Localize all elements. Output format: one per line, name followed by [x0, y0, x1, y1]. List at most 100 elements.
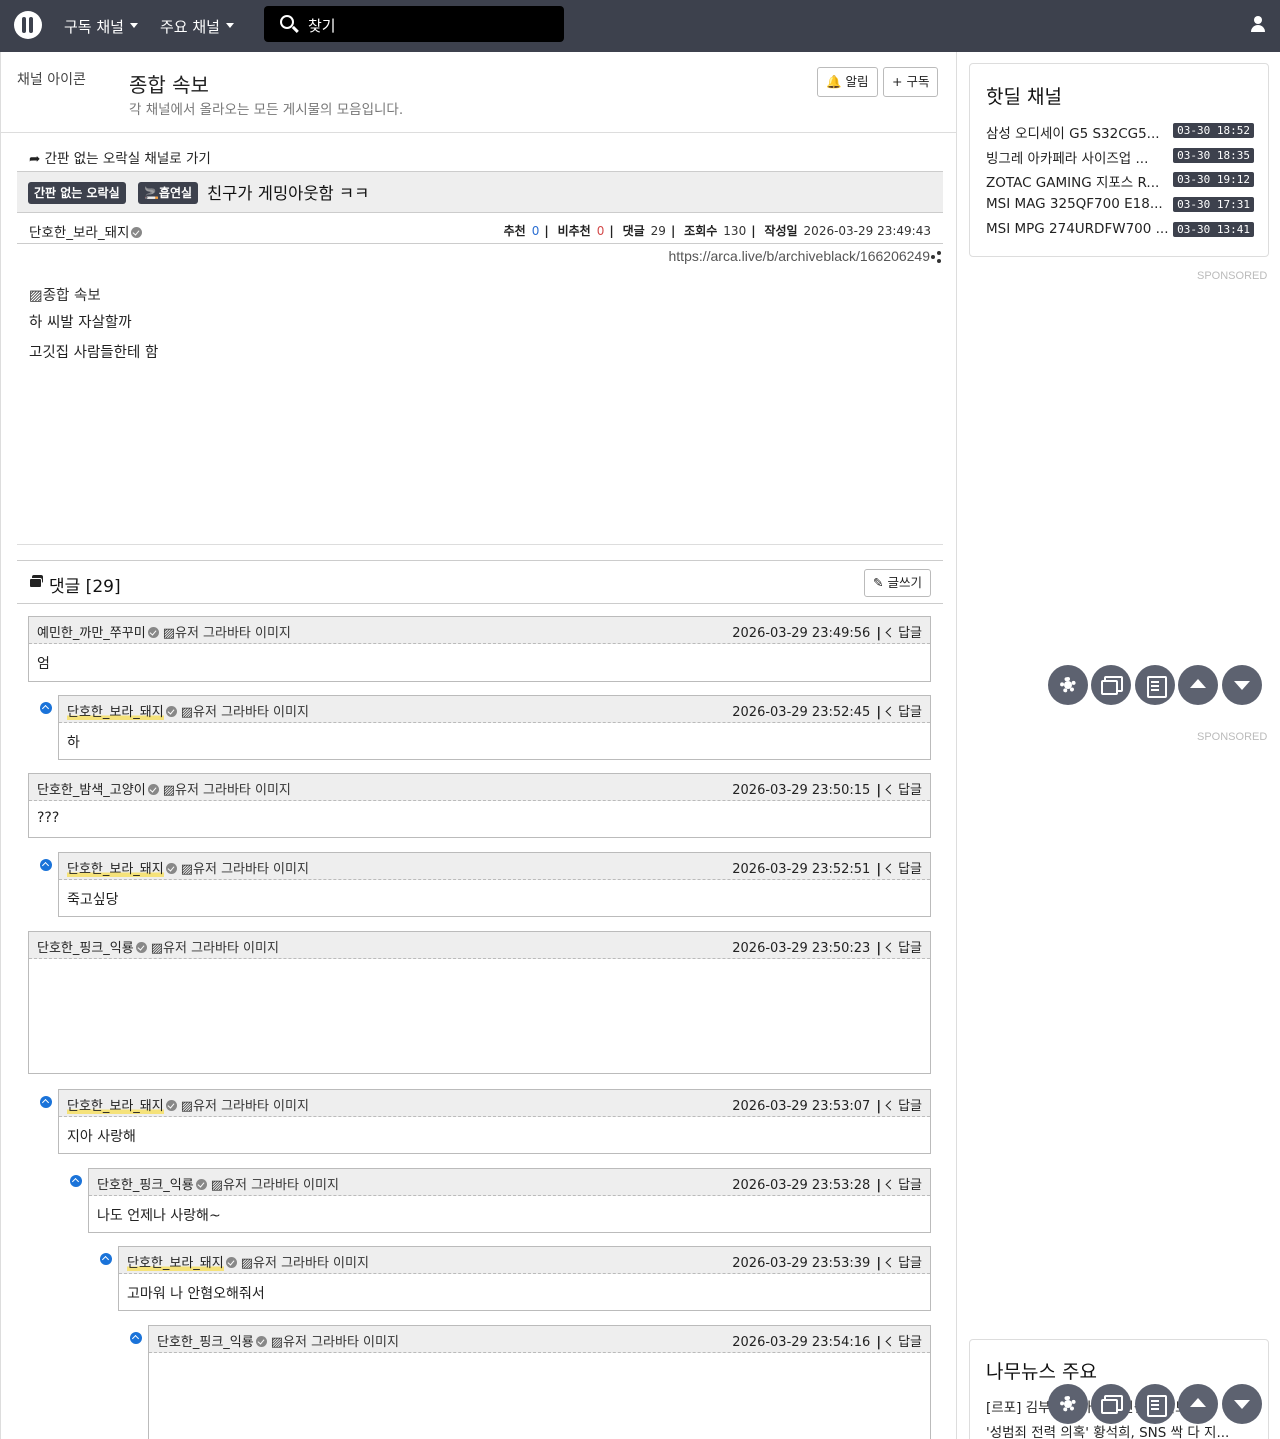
views-count: 130 — [723, 224, 747, 238]
comment-author-name: 단호한_보라_돼지 — [67, 862, 164, 877]
avatar: ▨유저 그라바타 이미지 — [270, 1335, 399, 1350]
avatar-alt: 유저 그라바타 이미지 — [163, 941, 279, 956]
hotdeal-item[interactable]: ZOTAC GAMING 지포스 R... 03-30 19:12 — [986, 170, 1254, 191]
avatar-alt: 유저 그라바타 이미지 — [193, 862, 309, 877]
reply-label: 답글 — [898, 1256, 922, 1271]
comment-meta: 2026-03-29 23:53:28 | 답글 — [732, 1178, 922, 1193]
list-doc-icon[interactable] — [1135, 1384, 1175, 1424]
comment: 단호한_보라_돼지 ▨유저 그라바타 이미지 2026-03-29 23:52:45… — [58, 695, 931, 760]
alert-button[interactable]: 🔔 알림 — [817, 67, 878, 97]
avatar-alt: 유저 그라바타 이미지 — [174, 783, 291, 798]
goto-channel-link[interactable]: ➦ 간판 없는 오락실 채널로 가기 — [29, 147, 211, 167]
comment-meta: 2026-03-29 23:53:07 | 답글 — [732, 1099, 922, 1114]
comment-author[interactable]: 단호한_밤색_고양이 ▨유저 그라바타 이미지 — [37, 779, 291, 798]
reply-label: 답글 — [898, 862, 922, 877]
reply-button[interactable]: 답글 — [885, 941, 922, 956]
comments-icon — [29, 575, 43, 588]
comment-author[interactable]: 단호한_보라_돼지 ▨유저 그라바타 이미지 — [127, 1252, 369, 1271]
channel-title[interactable]: 종합 속보 — [129, 69, 209, 98]
hotdeal-item[interactable]: 빙그레 아카페라 사이즈업 ... 03-30 18:35 — [986, 146, 1254, 167]
write-comment-button[interactable]: ✎ 글쓰기 — [864, 569, 931, 597]
downvote-count: 0 — [596, 224, 605, 238]
comment-author[interactable]: 예민한_까만_쭈꾸미 ▨유저 그라바타 이미지 — [37, 622, 291, 641]
reply-arrow-icon — [885, 1100, 896, 1111]
reply-button[interactable]: 답글 — [885, 862, 922, 877]
scroll-up-icon[interactable] — [1178, 1384, 1218, 1424]
search-input[interactable]: 찾기 — [264, 6, 564, 42]
subscribed-channels-menu[interactable]: 구독 채널 — [64, 16, 138, 37]
comment: 단호한_핑크_익룡 ▨유저 그라바타 이미지 2026-03-29 23:50:23… — [28, 931, 931, 1074]
downvote-label: 비추천 — [557, 224, 591, 238]
reply-button[interactable]: 답글 — [885, 783, 922, 798]
comment: 단호한_핑크_익룡 ▨유저 그라바타 이미지 2026-03-29 23:53:28… — [88, 1168, 931, 1233]
divider — [1, 132, 957, 133]
reply-label: 답글 — [898, 705, 922, 720]
news-title[interactable]: 나무뉴스 주요 — [986, 1357, 1097, 1384]
comments-jump-icon[interactable] — [1091, 665, 1131, 705]
comment-text: 엄 — [37, 656, 50, 672]
site-logo-icon[interactable] — [14, 11, 42, 39]
channel-icon: 채널 아이콘 — [17, 72, 86, 88]
hotdeal-item[interactable]: MSI MPG 274URDFW700 ... 03-30 13:41 — [986, 220, 1254, 240]
list-doc-icon[interactable] — [1135, 665, 1175, 705]
scroll-down-icon[interactable] — [1222, 665, 1262, 705]
post-info-row: 단호한_보라_돼지 추천 0 | 비추천 0 | 댓글 29 | 조회수 130 | 작성일 20… — [17, 214, 943, 244]
news-item[interactable]: '성범죄 전력 의혹' 황석희, SNS 싹 다 지... — [986, 1421, 1254, 1439]
subscribed-channels-label: 구독 채널 — [64, 18, 124, 36]
comment-time: 2026-03-29 23:53:07 — [732, 1099, 871, 1114]
verified-icon — [195, 1179, 207, 1190]
main-channels-menu[interactable]: 주요 채널 — [160, 16, 234, 37]
subscribe-button[interactable]: + 구독 — [883, 67, 939, 97]
reply-button[interactable]: 답글 — [885, 1335, 922, 1350]
comment-time: 2026-03-29 23:52:51 — [732, 862, 871, 877]
share-icon[interactable] — [931, 251, 941, 263]
reply-button[interactable]: 답글 — [885, 1178, 922, 1193]
reply-button[interactable]: 답글 — [885, 626, 922, 641]
comments-header: 댓글 [29] ✎ 글쓰기 — [17, 560, 943, 604]
comment-header: 단호한_밤색_고양이 ▨유저 그라바타 이미지 2026-03-29 23:50:1… — [29, 774, 930, 801]
post-url-link[interactable]: https://arca.live/b/archiveblack/1662062… — [669, 248, 931, 264]
hotdeal-item[interactable]: MSI MAG 325QF700 E18... 03-30 17:31 — [986, 195, 1254, 215]
avatar: ▨유저 그라바타 이미지 — [150, 941, 279, 956]
avatar: ▨유저 그라바타 이미지 — [162, 626, 291, 641]
verified-icon — [165, 1100, 177, 1111]
reply-button[interactable]: 답글 — [885, 1099, 922, 1114]
comment-author[interactable]: 단호한_핑크_익룡 ▨유저 그라바타 이미지 — [157, 1331, 399, 1350]
post-author-name: 단호한_보라_돼지 — [29, 225, 130, 241]
comment-text: 나도 언제나 사랑해~ — [97, 1208, 221, 1224]
scroll-up-icon[interactable] — [1178, 665, 1218, 705]
reply-indicator-icon — [40, 859, 52, 871]
comment-author[interactable]: 단호한_보라_돼지 ▨유저 그라바타 이미지 — [67, 858, 309, 877]
comment-author[interactable]: 단호한_보라_돼지 ▨유저 그라바타 이미지 — [67, 701, 309, 720]
comment-author[interactable]: 단호한_핑크_익룡 ▨유저 그라바타 이미지 — [97, 1174, 339, 1193]
scroll-down-icon[interactable] — [1222, 1384, 1262, 1424]
settings-gear-icon[interactable] — [1048, 1384, 1088, 1424]
comment-author[interactable]: 단호한_보라_돼지 ▨유저 그라바타 이미지 — [67, 1095, 309, 1114]
hotdeal-item[interactable]: 삼성 오디세이 G5 S32CG5... 03-30 18:52 — [986, 121, 1254, 142]
board-badge[interactable]: 간판 없는 오락실 — [28, 182, 126, 204]
avatar: ▨유저 그라바타 이미지 — [180, 705, 309, 720]
comment-time: 2026-03-29 23:54:16 — [732, 1335, 871, 1350]
avatar-alt: 유저 그라바타 이미지 — [174, 626, 291, 641]
user-icon[interactable] — [1251, 16, 1265, 32]
comment-header: 단호한_핑크_익룡 ▨유저 그라바타 이미지 2026-03-29 23:54:16… — [149, 1326, 930, 1353]
verified-icon — [131, 226, 143, 238]
deal-time: 03-30 18:35 — [1173, 148, 1254, 163]
comment-text: 지아 사랑해 — [67, 1129, 136, 1145]
verified-icon — [147, 627, 159, 638]
comment-header: 단호한_보라_돼지 ▨유저 그라바타 이미지 2026-03-29 23:53:07… — [59, 1090, 930, 1117]
hotdeal-title[interactable]: 핫딜 채널 — [986, 82, 1062, 109]
deal-time: 03-30 18:52 — [1173, 123, 1254, 138]
category-badge[interactable]: 🚬흡연실 — [138, 182, 199, 204]
reply-button[interactable]: 답글 — [885, 705, 922, 720]
comment-header: 단호한_보라_돼지 ▨유저 그라바타 이미지 2026-03-29 23:52:51… — [59, 853, 930, 880]
reply-arrow-icon — [885, 1257, 896, 1268]
post-author[interactable]: 단호한_보라_돼지 — [29, 221, 143, 241]
settings-gear-icon[interactable] — [1048, 665, 1088, 705]
avatar: ▨유저 그라바타 이미지 — [162, 783, 291, 798]
reply-button[interactable]: 답글 — [885, 1256, 922, 1271]
comment-text: 하 — [67, 735, 80, 751]
comments-jump-icon[interactable] — [1091, 1384, 1131, 1424]
comment-author[interactable]: 단호한_핑크_익룡 ▨유저 그라바타 이미지 — [37, 937, 279, 956]
comment-author-name: 단호한_보라_돼지 — [127, 1256, 224, 1271]
